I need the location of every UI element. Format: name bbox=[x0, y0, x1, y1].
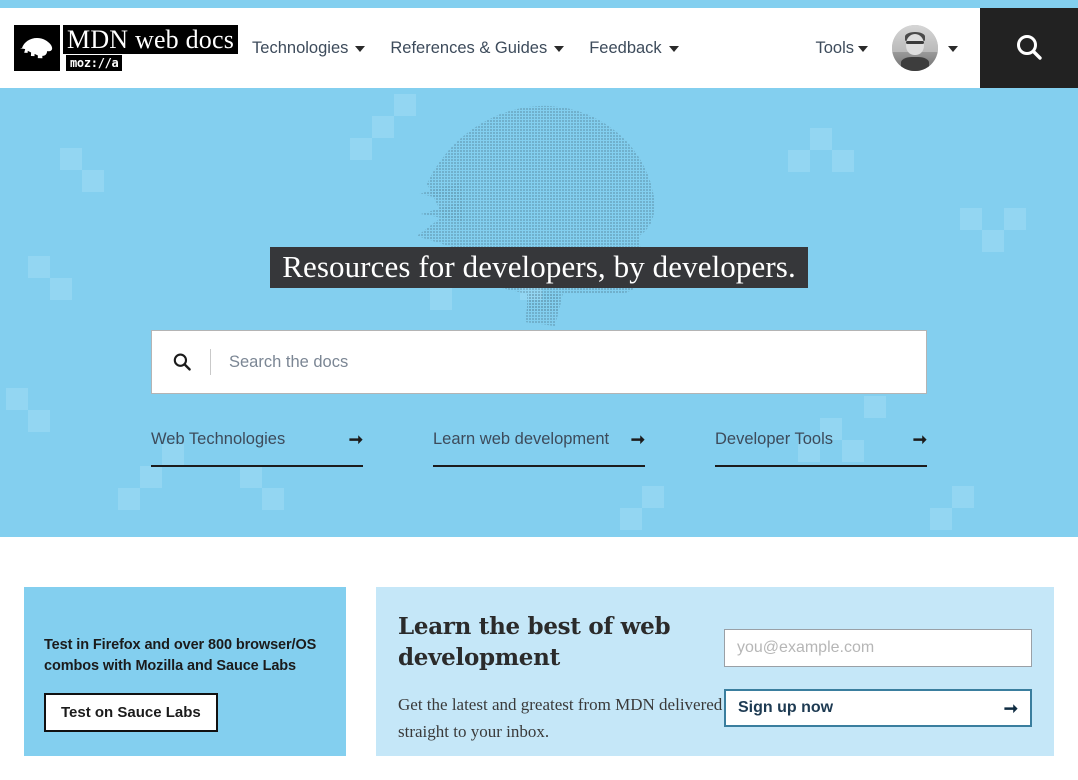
mdn-logo-wordmark: MDN web docs moz://a bbox=[63, 25, 239, 71]
mdn-logo-title: MDN web docs bbox=[63, 25, 239, 54]
chevron-down-icon bbox=[858, 46, 868, 52]
quick-link-learn-web-development[interactable]: Learn web development ➞ bbox=[433, 430, 645, 467]
header-search-button[interactable] bbox=[980, 8, 1078, 88]
arrow-right-icon: ➞ bbox=[1003, 698, 1018, 718]
hero-tagline-text: Resources for developers, by developers. bbox=[270, 247, 808, 288]
nav-item-label: Technologies bbox=[252, 38, 349, 57]
nav-item-label: Feedback bbox=[589, 38, 662, 57]
site-header: MDN web docs moz://a Technologies Refere… bbox=[0, 8, 1078, 88]
quick-link-developer-tools[interactable]: Developer Tools ➞ bbox=[715, 430, 927, 467]
search-input[interactable] bbox=[211, 352, 926, 372]
newsletter-signup: Learn the best of web development Get th… bbox=[376, 587, 1054, 756]
newsletter-title: Learn the best of web development bbox=[398, 613, 671, 671]
halftone-dino-head-icon bbox=[417, 105, 655, 326]
sign-up-label: Sign up now bbox=[738, 699, 834, 716]
quick-link-label: Web Technologies bbox=[151, 430, 286, 448]
chevron-down-icon bbox=[668, 46, 679, 52]
tools-label: Tools bbox=[815, 38, 854, 57]
hero-search-box[interactable] bbox=[151, 330, 927, 394]
email-field[interactable] bbox=[724, 629, 1032, 667]
hero-tagline: Resources for developers, by developers. bbox=[0, 245, 1078, 289]
mozilla-logo-sub: moz://a bbox=[66, 55, 123, 71]
arrow-right-icon: ➞ bbox=[630, 430, 645, 449]
quick-link-label: Developer Tools bbox=[715, 430, 834, 448]
sauce-labs-promo: Test in Firefox and over 800 browser/OS … bbox=[24, 587, 346, 756]
quick-link-web-technologies[interactable]: Web Technologies ➞ bbox=[151, 430, 363, 467]
newsletter-subtitle: Get the latest and greatest from MDN del… bbox=[398, 695, 723, 741]
header-right-group: Tools bbox=[815, 8, 1078, 88]
newsletter-copy: Learn the best of web development Get th… bbox=[398, 611, 724, 756]
newsletter-form: Sign up now ➞ bbox=[724, 611, 1032, 756]
nav-item-references-and-guides[interactable]: References & Guides bbox=[390, 38, 565, 58]
hero-quick-links: Web Technologies ➞ Learn web development… bbox=[151, 430, 927, 467]
mdn-logo[interactable]: MDN web docs moz://a bbox=[14, 25, 239, 71]
chevron-down-icon bbox=[355, 46, 366, 52]
account-menu[interactable] bbox=[892, 25, 958, 71]
nav-item-technologies[interactable]: Technologies bbox=[252, 38, 366, 58]
hero-section: Resources for developers, by developers.… bbox=[0, 88, 1078, 537]
search-icon bbox=[172, 352, 192, 372]
sign-up-now-button[interactable]: Sign up now ➞ bbox=[724, 689, 1032, 727]
nav-item-feedback[interactable]: Feedback bbox=[589, 38, 679, 58]
mdn-dino-icon bbox=[14, 25, 60, 71]
main-nav: Technologies References & Guides Feedbac… bbox=[252, 39, 679, 58]
chevron-down-icon bbox=[948, 46, 958, 52]
chevron-down-icon bbox=[554, 46, 565, 52]
avatar bbox=[892, 25, 938, 71]
search-icon bbox=[1017, 35, 1042, 60]
arrow-right-icon: ➞ bbox=[912, 430, 927, 449]
quick-link-label: Learn web development bbox=[433, 430, 610, 448]
top-accent-strip bbox=[0, 0, 1078, 8]
sauce-labs-text: Test in Firefox and over 800 browser/OS … bbox=[44, 637, 317, 674]
nav-item-tools[interactable]: Tools bbox=[815, 39, 868, 58]
test-on-sauce-labs-button[interactable]: Test on Sauce Labs bbox=[44, 693, 218, 732]
arrow-right-icon: ➞ bbox=[348, 430, 363, 449]
nav-item-label: References & Guides bbox=[390, 38, 548, 57]
